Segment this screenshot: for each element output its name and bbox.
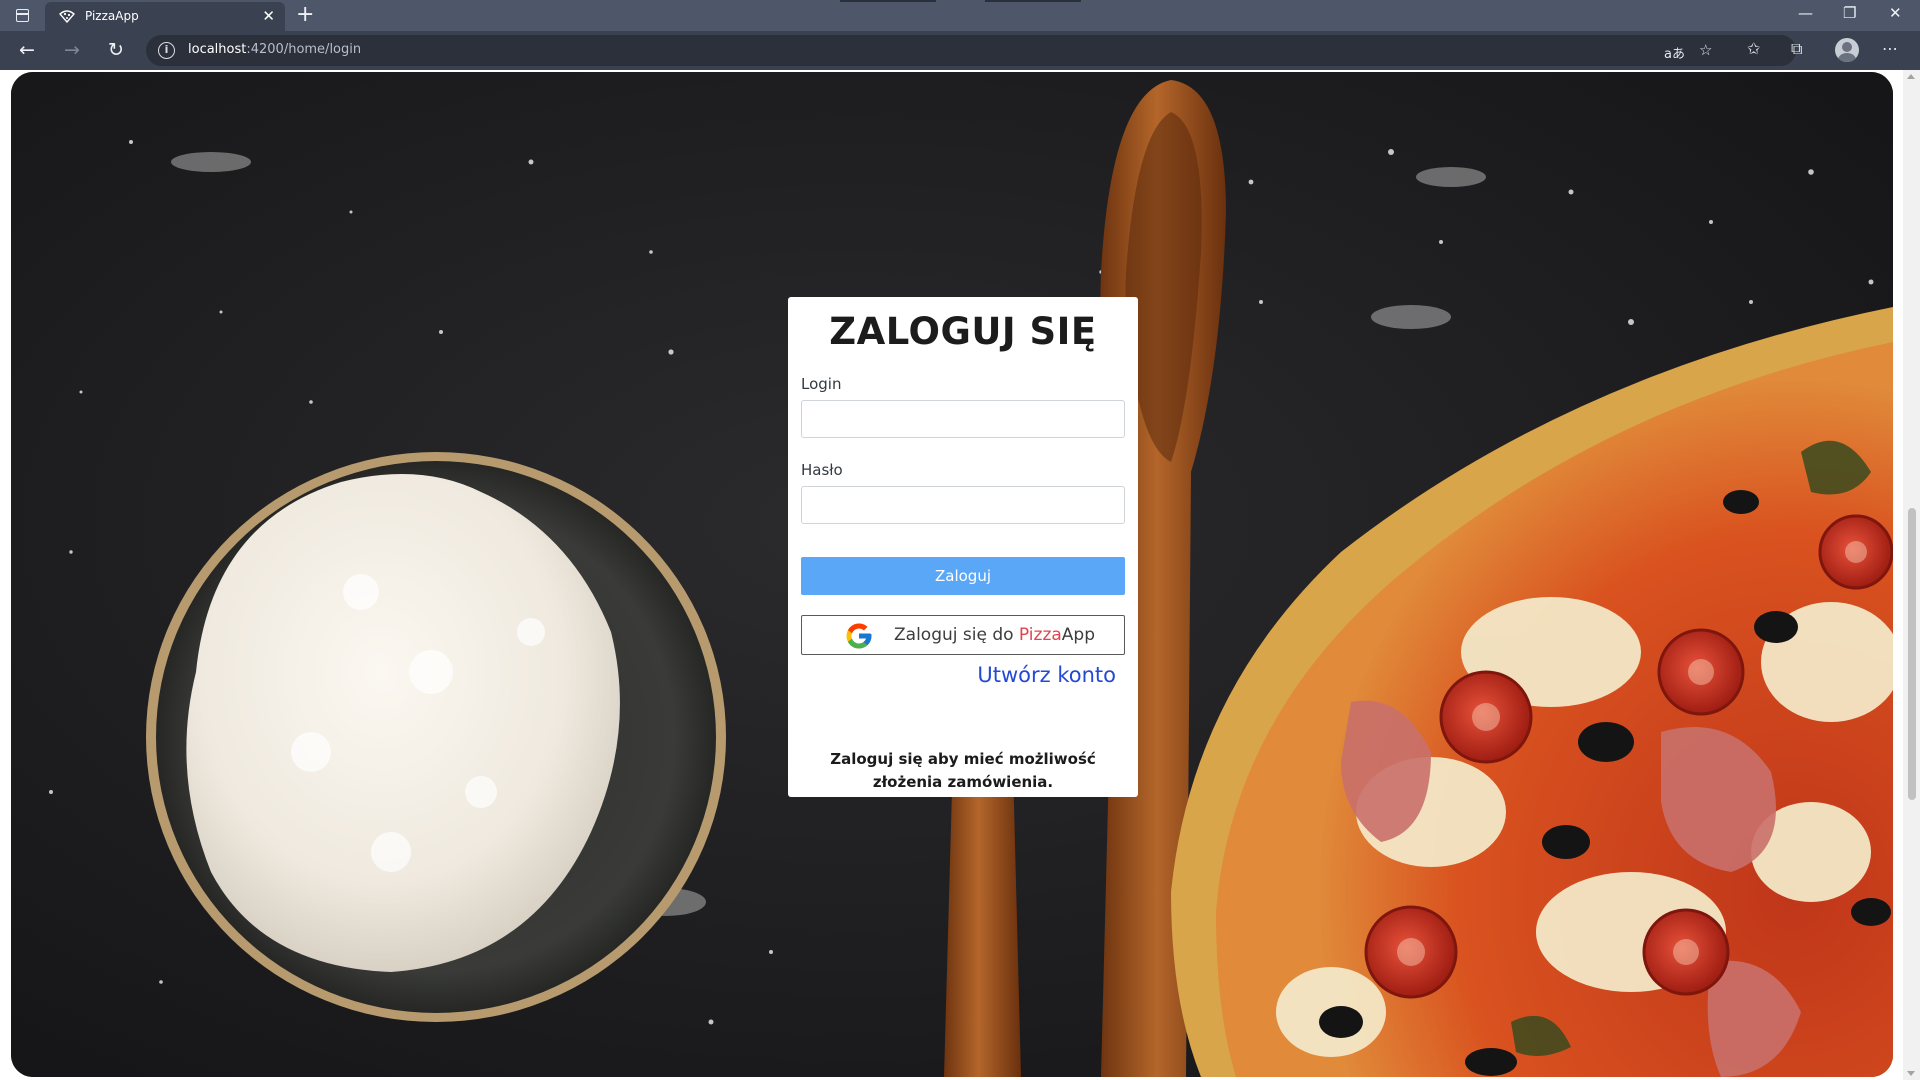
restore-icon[interactable]: ❐ [1843,4,1856,22]
more-options-icon[interactable]: ⋯ [1882,39,1898,58]
forward-icon[interactable]: → [59,38,85,62]
close-window-icon[interactable]: ✕ [1889,4,1902,22]
tab-close-icon[interactable]: ✕ [262,7,275,25]
favorite-star-icon[interactable]: ☆ [1699,41,1712,59]
tab-strip-divider [840,0,936,2]
read-aloud-icon[interactable]: aあ [1664,43,1685,62]
tab-actions-icon[interactable] [10,6,36,26]
login-info-note: Zaloguj się aby mieć możliwość złożenia … [830,750,1096,791]
tab-title: PizzaApp [85,9,139,23]
scrollbar-thumb[interactable] [1908,508,1916,800]
login-label: Login [801,375,842,393]
tab-strip-divider [985,0,1081,2]
login-card: ZALOGUJ SIĘ Login Hasło Zaloguj Zaloguj … [788,297,1138,797]
favorites-icon[interactable]: ✩ [1747,39,1760,58]
page-viewport: ZALOGUJ SIĘ Login Hasło Zaloguj Zaloguj … [0,70,1920,1080]
browser-tab-bar: PizzaApp ✕ + — ❐ ✕ [0,0,1920,31]
password-input[interactable] [801,486,1125,524]
minimize-icon[interactable]: — [1798,4,1813,22]
login-input[interactable] [801,400,1125,438]
page-title: ZALOGUJ SIĘ [829,310,1097,353]
pizza-favicon-icon [59,10,75,23]
back-icon[interactable]: ← [14,38,40,62]
page-scrollbar[interactable] [1903,70,1920,1080]
scroll-up-icon[interactable] [1907,74,1915,79]
google-login-label: Zaloguj się do PizzaApp [894,625,1096,645]
create-account-link[interactable]: Utwórz konto [977,663,1116,687]
reload-icon[interactable]: ↻ [103,38,129,62]
site-info-icon[interactable]: i [158,42,175,59]
password-label: Hasło [801,461,843,479]
address-bar[interactable]: i localhost:4200/home/login aあ ☆ [146,35,1796,66]
browser-toolbar: ← → ↻ i localhost:4200/home/login aあ ☆ ✩… [0,31,1920,70]
new-tab-icon[interactable]: + [296,3,314,27]
url-text[interactable]: localhost:4200/home/login [188,42,361,57]
google-login-button[interactable]: Zaloguj się do PizzaApp [801,615,1125,655]
google-icon [846,623,872,649]
profile-avatar[interactable] [1835,38,1859,62]
collections-icon[interactable]: ⧉ [1791,39,1802,59]
scroll-down-icon[interactable] [1907,1071,1915,1076]
browser-tab-pizzaapp[interactable]: PizzaApp ✕ [45,2,285,31]
login-submit-button[interactable]: Zaloguj [801,557,1125,595]
hero-background: ZALOGUJ SIĘ Login Hasło Zaloguj Zaloguj … [11,72,1893,1077]
